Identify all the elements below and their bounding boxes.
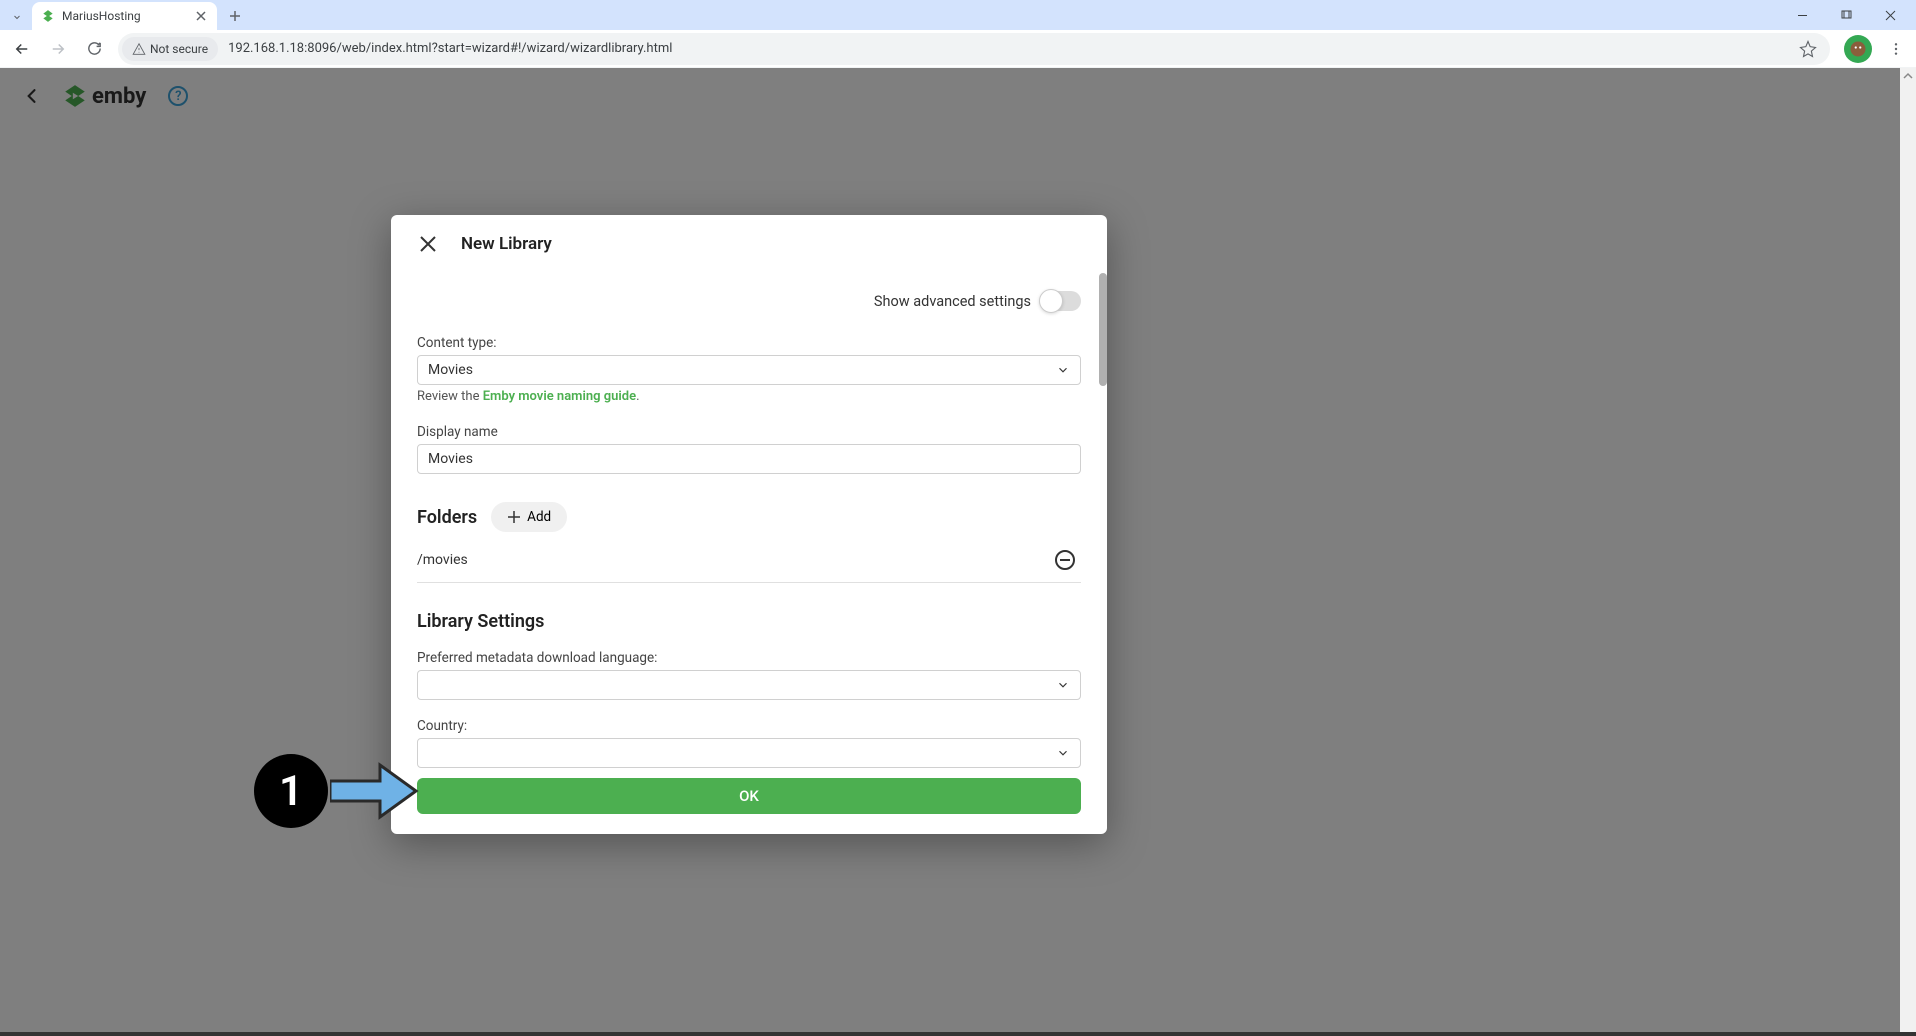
naming-guide-link[interactable]: Emby movie naming guide <box>483 389 636 404</box>
back-button[interactable] <box>6 33 38 65</box>
metadata-language-label: Preferred metadata download language: <box>417 650 1081 666</box>
page-content: emby ? New Library Show advanced setting… <box>0 68 1900 1032</box>
folders-heading: Folders <box>417 507 477 528</box>
library-settings-heading: Library Settings <box>417 611 1081 632</box>
arrow-right-icon <box>49 40 67 58</box>
toggle-knob <box>1039 289 1063 313</box>
browser-tab[interactable]: MariusHosting <box>32 2 217 30</box>
maximize-icon <box>1841 10 1852 21</box>
chevron-down-icon <box>1056 746 1070 760</box>
reload-icon <box>86 40 103 57</box>
star-icon <box>1799 40 1817 58</box>
close-icon <box>419 235 437 253</box>
content-type-select[interactable]: Movies <box>417 355 1081 385</box>
advanced-settings-label: Show advanced settings <box>874 293 1031 310</box>
minimize-icon <box>1797 10 1808 21</box>
content-type-help: Review the Emby movie naming guide. <box>417 389 1081 404</box>
address-bar[interactable]: Not secure 192.168.1.18:8096/web/index.h… <box>118 33 1830 65</box>
close-icon <box>1885 10 1896 21</box>
maximize-button[interactable] <box>1824 0 1868 30</box>
profile-avatar[interactable] <box>1844 35 1872 63</box>
warning-icon <box>132 42 146 56</box>
dialog-scrollbar-thumb[interactable] <box>1099 273 1107 386</box>
security-label: Not secure <box>150 42 208 56</box>
plus-icon <box>507 510 521 524</box>
remove-folder-button[interactable] <box>1055 550 1075 570</box>
browser-tab-strip: MariusHosting <box>0 0 1916 30</box>
dialog-close-button[interactable] <box>417 233 439 255</box>
content-type-value: Movies <box>428 362 473 378</box>
folder-row: /movies <box>417 546 1081 583</box>
display-name-label: Display name <box>417 424 1081 440</box>
plus-icon <box>229 10 241 22</box>
url-text: 192.168.1.18:8096/web/index.html?start=w… <box>228 41 1794 56</box>
tab-close-button[interactable] <box>193 8 209 24</box>
new-tab-button[interactable] <box>221 2 249 30</box>
arrow-left-icon <box>13 40 31 58</box>
display-name-value: Movies <box>428 451 473 467</box>
bookmark-button[interactable] <box>1794 35 1822 63</box>
page-scrollbar[interactable] <box>1900 68 1916 1032</box>
tabs-dropdown-button[interactable] <box>4 4 30 30</box>
chevron-down-icon <box>11 11 23 23</box>
country-label: Country: <box>417 718 1081 734</box>
minus-icon <box>1060 559 1070 561</box>
security-status[interactable]: Not secure <box>122 37 218 61</box>
chevron-down-icon <box>1056 678 1070 692</box>
display-name-input[interactable]: Movies <box>417 444 1081 474</box>
dialog-title: New Library <box>461 234 552 254</box>
close-icon <box>196 11 206 21</box>
browser-toolbar: Not secure 192.168.1.18:8096/web/index.h… <box>0 30 1916 68</box>
kebab-icon <box>1888 41 1904 57</box>
ok-label: OK <box>739 787 759 805</box>
close-window-button[interactable] <box>1868 0 1912 30</box>
avatar-icon <box>1849 40 1867 58</box>
taskbar-sliver <box>0 1032 1916 1036</box>
minimize-button[interactable] <box>1780 0 1824 30</box>
scroll-up-arrow[interactable] <box>1900 68 1916 84</box>
metadata-language-select[interactable] <box>417 670 1081 700</box>
caret-up-icon <box>1903 71 1913 81</box>
new-library-dialog: New Library Show advanced settings Conte… <box>391 215 1107 834</box>
add-label: Add <box>527 509 551 525</box>
browser-menu-button[interactable] <box>1882 35 1910 63</box>
add-folder-button[interactable]: Add <box>491 502 567 532</box>
tab-title: MariusHosting <box>62 9 187 23</box>
folder-path: /movies <box>417 552 468 568</box>
emby-favicon-icon <box>40 8 56 24</box>
ok-button[interactable]: OK <box>417 778 1081 814</box>
country-select[interactable] <box>417 738 1081 768</box>
reload-button[interactable] <box>78 33 110 65</box>
window-controls <box>1780 0 1912 30</box>
advanced-settings-toggle[interactable] <box>1041 291 1081 311</box>
forward-button[interactable] <box>42 33 74 65</box>
content-type-label: Content type: <box>417 335 1081 351</box>
chevron-down-icon <box>1056 363 1070 377</box>
